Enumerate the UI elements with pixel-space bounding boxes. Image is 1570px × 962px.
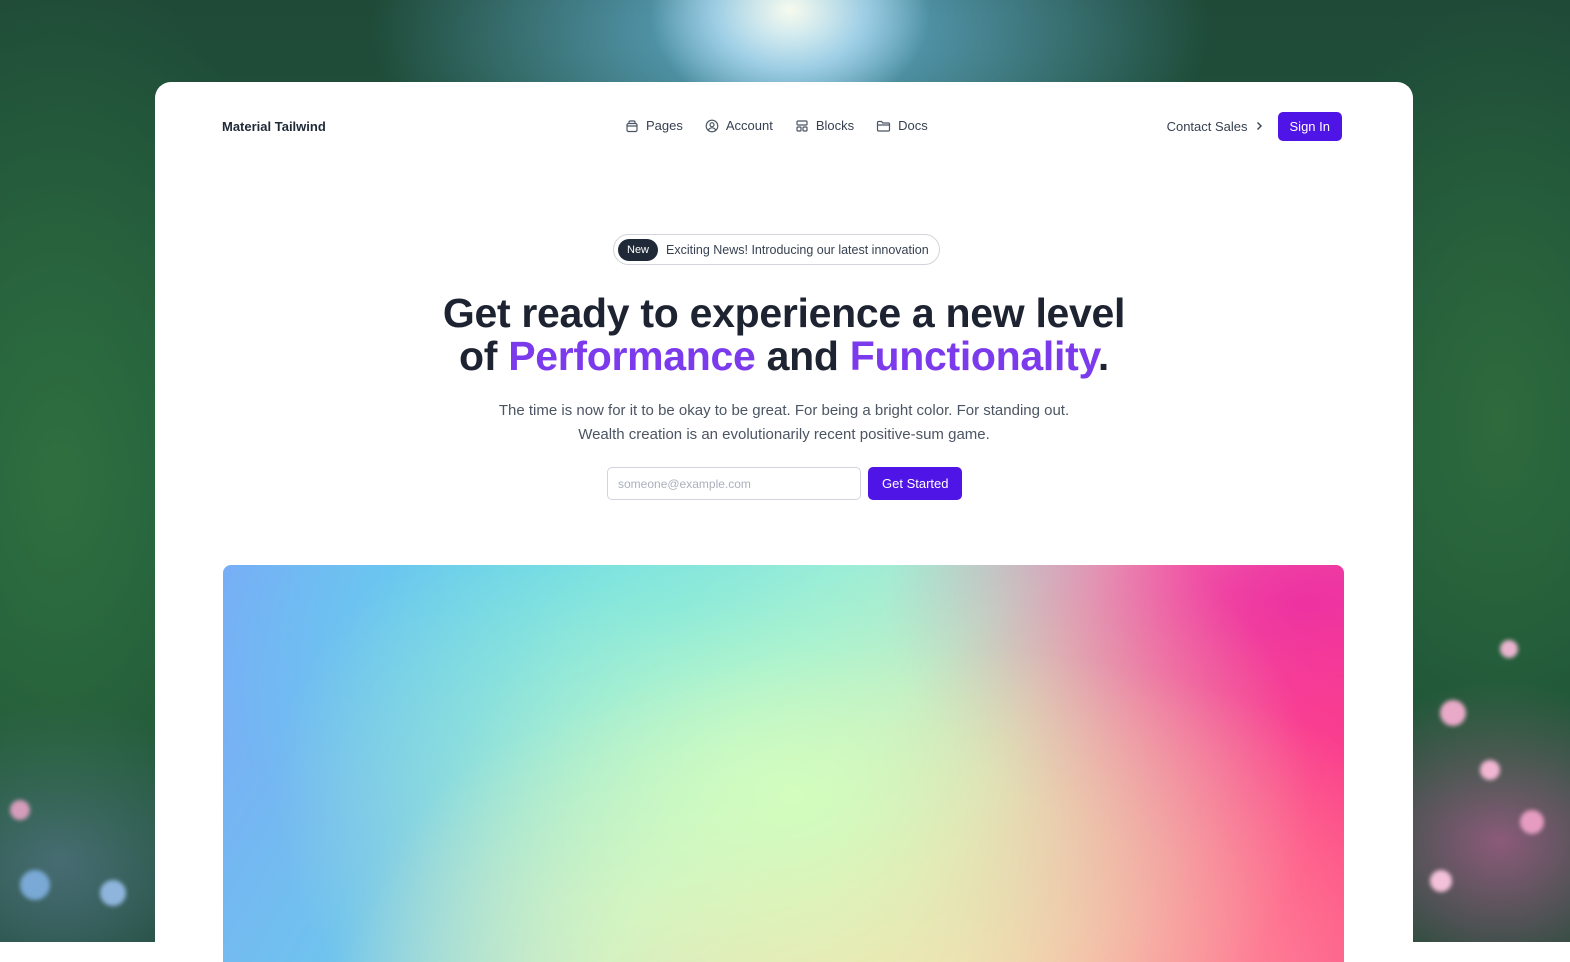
new-pill: New	[618, 238, 659, 261]
contact-sales-link[interactable]: Contact Sales	[1167, 119, 1264, 134]
nav-item-pages[interactable]: Pages	[625, 118, 683, 133]
nav-item-label: Blocks	[815, 118, 855, 133]
nav-item-docs[interactable]: Docs	[876, 118, 928, 133]
hero-subtext: The time is now for it to be okay to be …	[155, 399, 1413, 447]
headline-and: and	[755, 333, 850, 379]
folder-icon	[876, 119, 891, 133]
subtext-line-1: The time is now for it to be okay to be …	[498, 402, 1070, 419]
user-circle-icon	[705, 119, 719, 133]
announcement-text: Exciting News! Introducing our latest in…	[666, 242, 929, 257]
blocks-icon	[795, 119, 809, 133]
chevron-right-icon	[1254, 119, 1264, 134]
signup-form: Get Started	[607, 467, 963, 500]
sign-in-button[interactable]: Sign In	[1277, 112, 1342, 141]
nav-item-label: Docs	[898, 118, 928, 133]
nav-links: Pages Account Blocks Docs	[625, 118, 928, 133]
get-started-button[interactable]: Get Started	[868, 467, 963, 500]
email-input[interactable]	[607, 467, 861, 500]
headline-period: .	[1097, 333, 1110, 379]
subtext-line-2: Wealth creation is an evolutionarily rec…	[578, 426, 990, 443]
headline-accent-performance: Performance	[508, 333, 756, 379]
contact-sales-label: Contact Sales	[1166, 119, 1248, 134]
nav-item-label: Pages	[646, 118, 683, 133]
nav-actions: Contact Sales Sign In	[1167, 112, 1342, 141]
headline-line-2: of Performance and Functionality.	[155, 335, 1413, 378]
box-icon	[625, 119, 639, 133]
navbar: Material Tailwind Pages Account Blocks D…	[155, 82, 1413, 172]
nav-item-label: Account	[725, 118, 773, 133]
headline-of: of	[458, 333, 509, 379]
announcement-badge[interactable]: New Exciting News! Introducing our lates…	[613, 234, 940, 265]
headline-accent-functionality: Functionality	[849, 333, 1098, 379]
hero-headline: Get ready to experience a new level of P…	[155, 292, 1413, 378]
page-card: Material Tailwind Pages Account Blocks D…	[155, 82, 1413, 962]
nav-item-blocks[interactable]: Blocks	[795, 118, 854, 133]
brand-logo[interactable]: Material Tailwind	[222, 119, 326, 134]
nav-item-account[interactable]: Account	[705, 118, 773, 133]
headline-line-1: Get ready to experience a new level	[442, 290, 1126, 336]
hero-gradient-image	[223, 565, 1344, 962]
